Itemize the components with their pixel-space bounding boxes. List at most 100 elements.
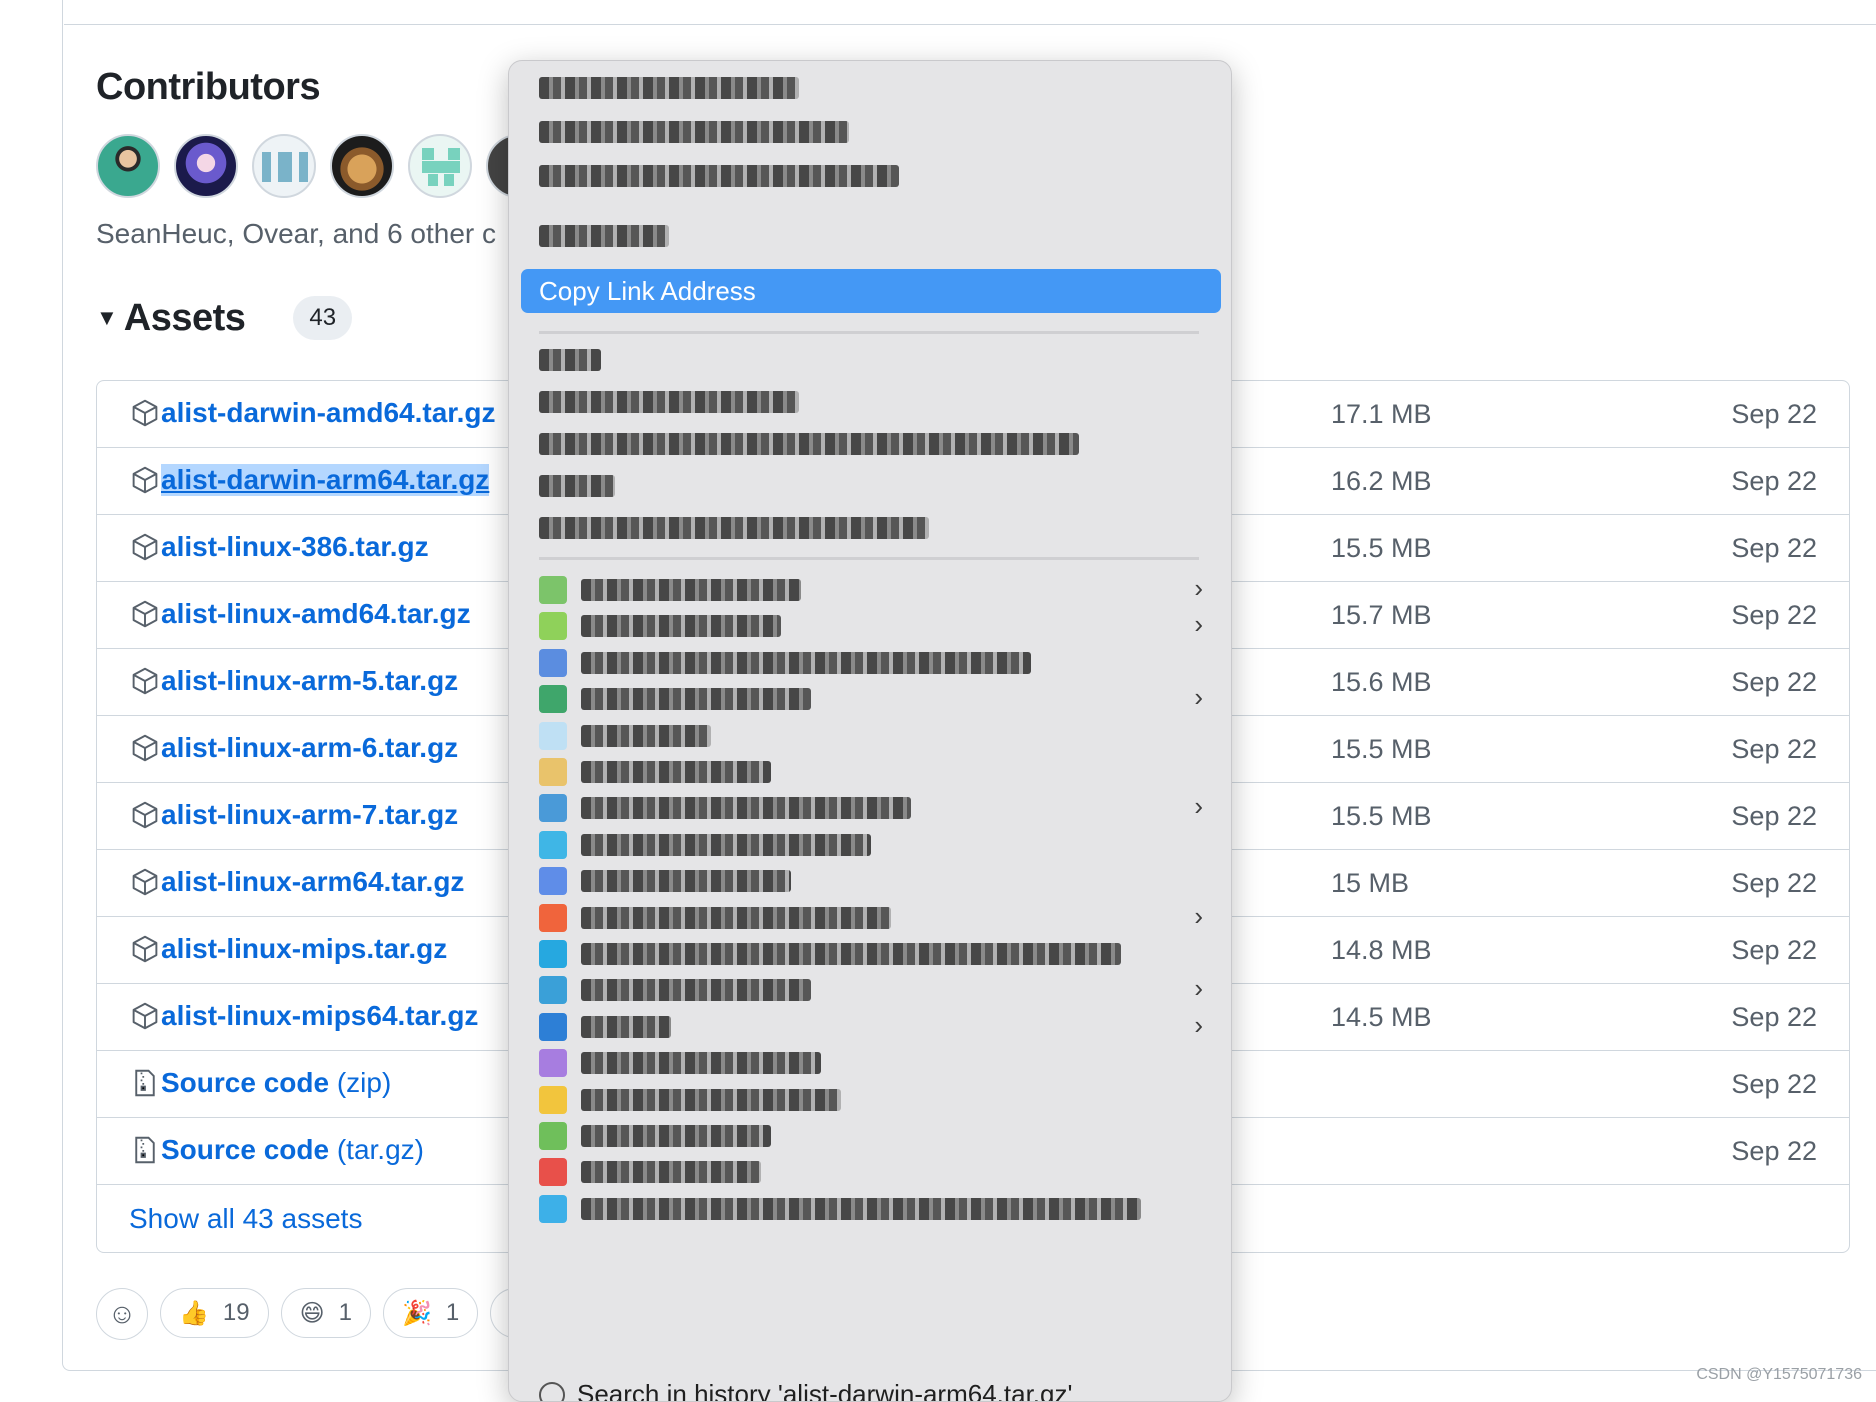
asset-link[interactable]: alist-linux-amd64.tar.gz	[161, 598, 471, 630]
menu-item-extension[interactable]	[539, 684, 811, 714]
menu-item-copy-link-address[interactable]: Copy Link Address	[521, 269, 1221, 313]
chevron-right-icon: ›	[1194, 791, 1203, 822]
asset-size: 17.1 MB	[1331, 399, 1432, 430]
extension-icon	[539, 1049, 567, 1077]
menu-item-copy[interactable]	[539, 345, 601, 375]
menu-item-extension[interactable]	[539, 575, 801, 605]
asset-date: Sep 22	[1731, 399, 1817, 430]
menu-item-extension[interactable]	[539, 721, 711, 751]
menu-item-print[interactable]	[539, 471, 615, 501]
reaction-emoji: 😄	[300, 1299, 325, 1328]
menu-item-extension[interactable]	[539, 611, 781, 641]
menu-item-extension[interactable]	[539, 866, 791, 896]
menu-item-extension[interactable]	[539, 1085, 841, 1115]
menu-item-open-link-new-window[interactable]	[539, 117, 849, 147]
contributors-summary: SeanHeuc, Ovear, and 6 other c	[96, 218, 496, 250]
asset-link[interactable]: alist-linux-mips64.tar.gz	[161, 1000, 478, 1032]
source-code-label: Source code	[161, 1067, 329, 1098]
asset-link[interactable]: alist-linux-arm-6.tar.gz	[161, 732, 458, 764]
extension-icon	[539, 867, 567, 895]
menu-separator	[539, 557, 1199, 560]
menu-item-extension[interactable]	[539, 1012, 671, 1042]
asset-link[interactable]: alist-linux-arm-5.tar.gz	[161, 665, 458, 697]
asset-size: 14.5 MB	[1331, 1002, 1432, 1033]
menu-item-extension[interactable]	[539, 1121, 771, 1151]
chevron-right-icon: ›	[1194, 1010, 1203, 1041]
asset-date: Sep 22	[1731, 868, 1817, 899]
show-all-assets-link[interactable]: Show all 43 assets	[129, 1203, 362, 1235]
extension-label	[581, 652, 1031, 674]
menu-item-extension[interactable]	[539, 939, 1121, 969]
menu-item-translate[interactable]	[539, 513, 929, 543]
avatar[interactable]	[252, 134, 316, 198]
menu-item-extension[interactable]	[539, 1157, 761, 1187]
extension-icon	[539, 1195, 567, 1223]
menu-item-copy-link-to-highlight[interactable]	[539, 387, 799, 417]
menu-item-search-history[interactable]: Search in history 'alist-darwin-arm64.ta…	[539, 1379, 1072, 1402]
add-reaction-button[interactable]: ☺	[96, 1288, 148, 1340]
package-icon	[131, 667, 159, 697]
asset-date: Sep 22	[1731, 1002, 1817, 1033]
asset-date: Sep 22	[1731, 1069, 1817, 1100]
caret-down-icon: ▼	[96, 305, 118, 331]
asset-date: Sep 22	[1731, 801, 1817, 832]
reaction-emoji: 👍	[179, 1299, 209, 1328]
asset-size: 16.2 MB	[1331, 466, 1432, 497]
menu-item-extension[interactable]	[539, 757, 771, 787]
package-icon	[131, 868, 159, 898]
menu-item-extension[interactable]	[539, 903, 891, 933]
assets-toggle[interactable]: ▼ Assets 43	[96, 296, 352, 340]
chevron-right-icon: ›	[1194, 573, 1203, 604]
asset-link[interactable]: alist-linux-arm64.tar.gz	[161, 866, 464, 898]
extension-label	[581, 870, 791, 892]
extension-icon	[539, 1122, 567, 1150]
menu-item-open-link-incognito[interactable]	[539, 161, 899, 191]
asset-size: 15.5 MB	[1331, 801, 1432, 832]
chevron-right-icon: ›	[1194, 682, 1203, 713]
menu-item-extension[interactable]	[539, 793, 911, 823]
extension-icon	[539, 576, 567, 604]
avatar[interactable]	[174, 134, 238, 198]
extension-icon	[539, 904, 567, 932]
reaction-button[interactable]: 😄1	[281, 1288, 371, 1338]
contributor-avatars	[96, 134, 550, 198]
avatar[interactable]	[408, 134, 472, 198]
extension-icon	[539, 685, 567, 713]
source-code-link[interactable]: Source code (zip)	[161, 1067, 391, 1099]
reactions-bar: ☺ 👍19😄1🎉1❤️	[96, 1288, 558, 1340]
menu-item-extension[interactable]	[539, 1048, 821, 1078]
extension-label	[581, 1052, 821, 1074]
menu-item-search-google[interactable]	[539, 429, 1079, 459]
extension-label	[581, 943, 1121, 965]
reaction-button[interactable]: 👍19	[160, 1288, 269, 1338]
menu-item-extension[interactable]	[539, 830, 871, 860]
menu-item-extension[interactable]	[539, 648, 1031, 678]
menu-item-open-link-new-tab[interactable]	[539, 73, 799, 103]
asset-link[interactable]: alist-linux-mips.tar.gz	[161, 933, 447, 965]
package-icon	[131, 734, 159, 764]
asset-size: 15.7 MB	[1331, 600, 1432, 631]
package-icon	[131, 1002, 159, 1032]
file-zip-icon	[131, 1069, 159, 1099]
asset-date: Sep 22	[1731, 734, 1817, 765]
extension-label	[581, 979, 811, 1001]
asset-size: 15.5 MB	[1331, 734, 1432, 765]
asset-date: Sep 22	[1731, 935, 1817, 966]
avatar[interactable]	[330, 134, 394, 198]
chevron-right-icon: ›	[1194, 973, 1203, 1004]
asset-link[interactable]: alist-darwin-amd64.tar.gz	[161, 397, 496, 429]
menu-item-extension[interactable]	[539, 975, 811, 1005]
asset-link[interactable]: alist-darwin-arm64.tar.gz	[161, 464, 489, 496]
reaction-count: 1	[339, 1299, 352, 1327]
source-code-link[interactable]: Source code (tar.gz)	[161, 1134, 424, 1166]
menu-item-save-link-as[interactable]	[539, 221, 669, 251]
asset-link[interactable]: alist-linux-386.tar.gz	[161, 531, 429, 563]
avatar[interactable]	[96, 134, 160, 198]
asset-link[interactable]: alist-linux-arm-7.tar.gz	[161, 799, 458, 831]
reaction-button[interactable]: 🎉1	[383, 1288, 478, 1338]
extension-label	[581, 834, 871, 856]
menu-item-extension[interactable]	[539, 1194, 1141, 1224]
extension-icon	[539, 831, 567, 859]
asset-date: Sep 22	[1731, 466, 1817, 497]
asset-date: Sep 22	[1731, 533, 1817, 564]
